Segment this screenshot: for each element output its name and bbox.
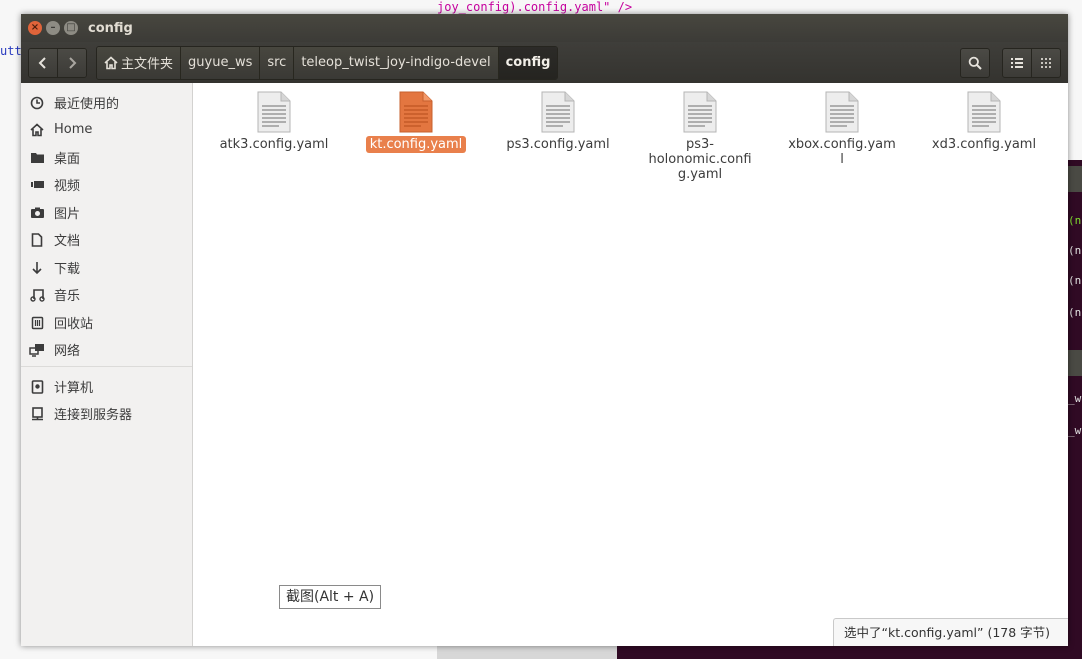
minimize-window-button[interactable]: –: [46, 21, 60, 35]
background-editor-text: joy_config).config.yaml" />: [437, 0, 633, 14]
title-bar[interactable]: × – □ config: [21, 14, 1068, 42]
sidebar-item-trash[interactable]: 回收站: [21, 309, 192, 336]
background-terminal: (n (n (n (n _w _w: [1066, 160, 1082, 659]
background-left-text: utt: [0, 44, 22, 58]
search-icon: [968, 56, 982, 70]
sidebar-item-computer[interactable]: 计算机: [21, 373, 192, 400]
file-manager-window: × – □ config 主文件夹 guyue_ws src teleop_tw…: [21, 14, 1068, 646]
file-name: ps3.config.yaml: [506, 137, 610, 152]
sidebar-item-pictures[interactable]: 图片: [21, 199, 192, 226]
toolbar: 主文件夹 guyue_ws src teleop_twist_joy-indig…: [21, 42, 1068, 83]
file-item-ps3-holonomic[interactable]: ps3-holonomic.config.yaml: [638, 91, 762, 183]
sidebar-item-network[interactable]: 网络: [21, 336, 192, 363]
sidebar-item-recent[interactable]: 最近使用的: [21, 89, 192, 116]
breadcrumb: 主文件夹 guyue_ws src teleop_twist_joy-indig…: [96, 45, 559, 80]
breadcrumb-home[interactable]: 主文件夹: [97, 46, 181, 79]
file-item-ps3[interactable]: ps3.config.yaml: [496, 91, 620, 153]
sidebar-separator: [21, 366, 192, 367]
search-button[interactable]: [960, 47, 990, 78]
terminal-text: (n: [1068, 214, 1082, 227]
breadcrumb-label: 主文件夹: [121, 57, 174, 72]
folder-icon: [29, 150, 45, 166]
home-icon: [29, 122, 45, 138]
file-name: atk3.config.yaml: [219, 137, 329, 152]
file-name: xd3.config.yaml: [931, 137, 1037, 152]
terminal-text: (n: [1068, 274, 1082, 287]
file-name: kt.config.yaml: [365, 136, 467, 153]
breadcrumb-config[interactable]: config: [497, 46, 558, 79]
grid-view-icon: [1041, 57, 1051, 68]
list-view-icon: [1011, 57, 1023, 68]
text-file-icon: [257, 91, 291, 133]
sidebar-item-label: 图片: [54, 207, 81, 222]
sidebar-item-label: 最近使用的: [54, 97, 120, 112]
text-file-icon: [683, 91, 717, 133]
close-window-button[interactable]: ×: [28, 21, 42, 35]
file-name: xbox.config.yaml: [788, 137, 896, 167]
file-name: ps3-holonomic.config.yaml: [648, 137, 752, 182]
breadcrumb-teleop-twist-joy[interactable]: teleop_twist_joy-indigo-devel: [293, 46, 498, 79]
grid-view-button[interactable]: [1032, 47, 1061, 78]
forward-button[interactable]: [57, 48, 86, 77]
window-title: config: [88, 20, 133, 36]
text-file-icon: [825, 91, 859, 133]
sidebar-item-label: 桌面: [54, 152, 81, 167]
trash-icon: [29, 315, 45, 331]
document-icon: [29, 232, 45, 248]
background-window-edge: [437, 645, 617, 659]
sidebar-item-desktop[interactable]: 桌面: [21, 144, 192, 171]
sidebar-item-label: 下载: [54, 262, 81, 277]
server-icon: [29, 406, 45, 422]
text-file-icon: [399, 91, 433, 133]
sidebar-item-videos[interactable]: 视频: [21, 171, 192, 198]
breadcrumb-src[interactable]: src: [259, 46, 294, 79]
clock-icon: [29, 95, 45, 111]
text-file-icon: [967, 91, 1001, 133]
music-icon: [29, 287, 45, 303]
terminal-tab-bar: [1066, 166, 1082, 192]
terminal-text: _w: [1068, 424, 1082, 437]
file-item-xbox[interactable]: xbox.config.yaml: [780, 91, 904, 168]
breadcrumb-guyue-ws[interactable]: guyue_ws: [180, 46, 260, 79]
terminal-tab-bar: [1066, 350, 1082, 376]
sidebar-item-home[interactable]: Home: [21, 116, 192, 143]
sidebar-item-label: 视频: [54, 179, 81, 194]
selection-status: 选中了“kt.config.yaml” (178 字节): [833, 618, 1068, 646]
sidebar-item-label: 连接到服务器: [54, 408, 133, 423]
sidebar: 最近使用的 Home 桌面 视频 图片 文档 下载 音乐 回收站 网络 计算机 …: [21, 83, 193, 646]
sidebar-item-downloads[interactable]: 下载: [21, 254, 192, 281]
maximize-window-button[interactable]: □: [64, 21, 78, 35]
camera-icon: [29, 205, 45, 221]
video-icon: [29, 177, 45, 193]
navigation-buttons: [28, 47, 87, 78]
terminal-text: _w: [1068, 392, 1082, 405]
file-item-xd3[interactable]: xd3.config.yaml: [922, 91, 1046, 153]
sidebar-item-documents[interactable]: 文档: [21, 226, 192, 253]
text-file-icon: [541, 91, 575, 133]
chevron-right-icon: [69, 56, 77, 69]
drive-icon: [29, 379, 45, 395]
list-view-button[interactable]: [1002, 47, 1032, 78]
terminal-text: (n: [1068, 244, 1082, 257]
home-icon: [104, 55, 118, 69]
terminal-text: (n: [1068, 306, 1082, 319]
chevron-left-icon: [38, 56, 46, 69]
network-icon: [29, 342, 45, 358]
sidebar-item-music[interactable]: 音乐: [21, 281, 192, 308]
sidebar-item-label: 网络: [54, 344, 81, 359]
sidebar-item-label: 音乐: [54, 289, 81, 304]
sidebar-item-connect-server[interactable]: 连接到服务器: [21, 400, 192, 427]
view-controls: [960, 47, 1061, 78]
file-item-kt[interactable]: kt.config.yaml: [354, 91, 478, 153]
sidebar-item-label: 文档: [54, 234, 81, 249]
sidebar-item-label: 回收站: [54, 317, 94, 332]
back-button[interactable]: [29, 48, 57, 77]
file-item-atk3[interactable]: atk3.config.yaml: [212, 91, 336, 153]
background-terminal-edge: [617, 645, 1082, 659]
sidebar-item-label: Home: [54, 122, 93, 137]
sidebar-item-label: 计算机: [54, 381, 94, 396]
file-view[interactable]: atk3.config.yaml kt.config.yaml ps3.conf…: [193, 83, 1068, 646]
download-icon: [29, 260, 45, 276]
screenshot-tooltip: 截图(Alt + A): [279, 585, 382, 609]
